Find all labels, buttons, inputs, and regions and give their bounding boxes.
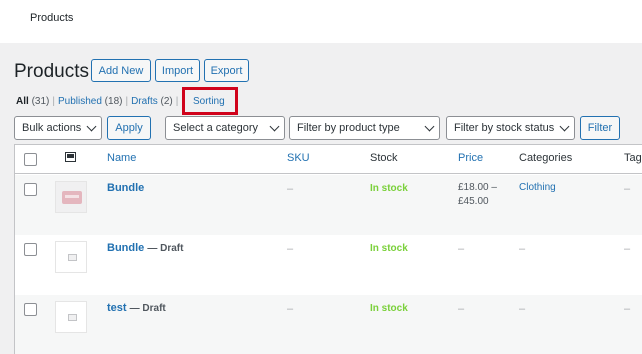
product-thumbnail[interactable] xyxy=(55,181,87,213)
product-name: test — Draft xyxy=(107,302,166,314)
draft-label: — Draft xyxy=(129,303,166,314)
product-name: Bundle — Draft xyxy=(107,242,183,254)
chevron-down-icon xyxy=(86,121,97,132)
top-bar-title: Products xyxy=(30,12,74,24)
product-name-link[interactable]: Bundle xyxy=(107,182,144,194)
view-filters: All (31) | Published (18) | Drafts (2) | xyxy=(16,96,179,107)
stock-status: In stock xyxy=(370,243,408,254)
export-button[interactable]: Export xyxy=(204,59,249,82)
column-tags: Tags xyxy=(624,152,642,164)
row-checkbox[interactable] xyxy=(24,183,37,196)
import-button[interactable]: Import xyxy=(155,59,200,82)
image-column-icon xyxy=(65,152,76,165)
category-select-label: Select a category xyxy=(173,122,258,134)
table-header: Name SKU Stock Price Categories Tags xyxy=(15,145,642,174)
table-row: test — Draft – In stock – – – xyxy=(15,295,642,354)
page-title: Products xyxy=(14,61,89,82)
products-table: Name SKU Stock Price Categories Tags Bun… xyxy=(14,144,642,354)
price-value: £18.00 – £45.00 xyxy=(458,182,497,207)
stock-status-select-label: Filter by stock status xyxy=(454,122,555,134)
stock-status: In stock xyxy=(370,183,408,194)
chevron-down-icon xyxy=(559,121,570,132)
select-all-checkbox[interactable] xyxy=(24,153,37,166)
price-value: – xyxy=(458,303,465,315)
category-select[interactable]: Select a category xyxy=(165,116,285,140)
bulk-actions-label: Bulk actions xyxy=(22,122,82,134)
table-row: Bundle – In stock £18.00 – £45.00 Clothin… xyxy=(15,175,642,235)
column-categories: Categories xyxy=(519,152,573,164)
column-sku[interactable]: SKU xyxy=(287,152,310,164)
row-checkbox[interactable] xyxy=(24,243,37,256)
product-type-select[interactable]: Filter by product type xyxy=(289,116,440,140)
product-thumbnail[interactable] xyxy=(55,241,87,273)
category-link[interactable]: Clothing xyxy=(519,182,556,193)
column-stock: Stock xyxy=(370,152,398,164)
product-type-select-label: Filter by product type xyxy=(297,122,400,134)
chevron-down-icon xyxy=(424,121,435,132)
add-new-button[interactable]: Add New xyxy=(91,59,151,82)
sku-value: – xyxy=(287,303,294,315)
sku-value: – xyxy=(287,183,294,195)
apply-button[interactable]: Apply xyxy=(107,116,151,140)
view-all-link[interactable]: All (31) xyxy=(16,96,49,107)
column-price[interactable]: Price xyxy=(458,152,483,164)
top-bar: Products xyxy=(0,0,642,43)
view-published-link[interactable]: Published (18) xyxy=(58,96,123,107)
tags-value: – xyxy=(624,303,631,315)
table-row: Bundle — Draft – In stock – – – xyxy=(15,235,642,295)
bulk-actions-select[interactable]: Bulk actions xyxy=(14,116,102,140)
row-checkbox[interactable] xyxy=(24,303,37,316)
draft-label: — Draft xyxy=(147,243,184,254)
column-name[interactable]: Name xyxy=(107,152,136,164)
tags-value: – xyxy=(624,183,631,195)
sorting-highlight-box xyxy=(182,87,238,115)
chevron-down-icon xyxy=(269,121,280,132)
product-name-link[interactable]: Bundle xyxy=(107,242,144,254)
tags-value: – xyxy=(624,243,631,255)
category-value: – xyxy=(519,243,526,255)
stock-status-select[interactable]: Filter by stock status xyxy=(446,116,575,140)
stock-status: In stock xyxy=(370,303,408,314)
sku-value: – xyxy=(287,243,294,255)
view-drafts-link[interactable]: Drafts (2) xyxy=(131,96,173,107)
product-thumbnail[interactable] xyxy=(55,301,87,333)
price-value: – xyxy=(458,243,465,255)
category-value: – xyxy=(519,303,526,315)
filter-button[interactable]: Filter xyxy=(580,116,620,140)
product-name-link[interactable]: test xyxy=(107,302,127,314)
